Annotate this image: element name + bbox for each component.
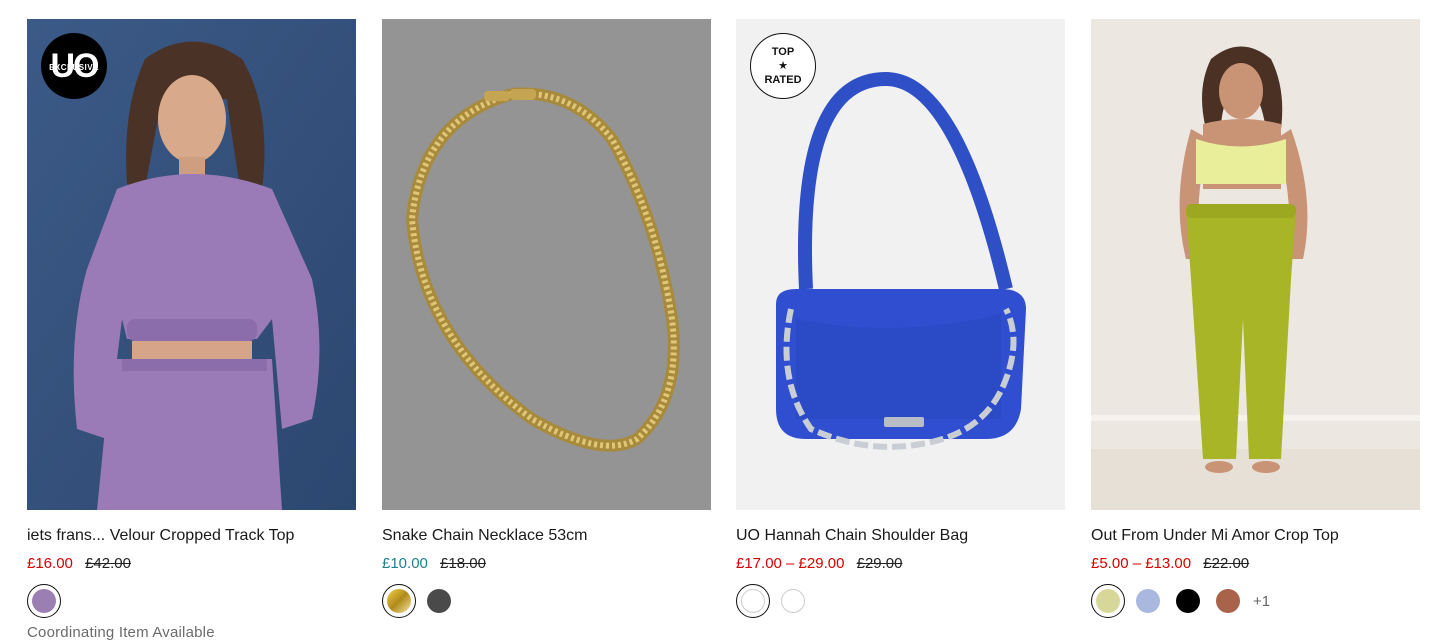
color-swatches [27,584,356,618]
color-swatch[interactable] [1131,584,1165,618]
star-icon: ★ [778,60,788,72]
product-card: UO EXCLUSIVE iets frans... Velour Croppe… [27,19,356,641]
sale-price: £5.00 – £13.00 [1091,555,1192,572]
sale-price: £16.00 [27,555,73,572]
color-swatch[interactable] [1171,584,1205,618]
product-price: £5.00 – £13.00 £22.00 [1091,554,1420,574]
product-name[interactable]: iets frans... Velour Cropped Track Top [27,526,356,546]
product-photo-crop-top [1091,19,1420,510]
coordinating-item-note: Coordinating Item Available [27,624,215,641]
color-swatch[interactable] [27,584,61,618]
color-swatch-silver[interactable] [422,584,456,618]
product-image[interactable] [382,19,711,510]
original-price: £22.00 [1203,555,1250,572]
product-name[interactable]: Out From Under Mi Amor Crop Top [1091,526,1420,546]
color-swatch[interactable] [776,584,810,618]
swatch-color [427,589,451,613]
product-grid: UO EXCLUSIVE iets frans... Velour Croppe… [27,19,1420,641]
swatch-color [1096,589,1120,613]
color-swatch[interactable] [1091,584,1125,618]
swatch-color [1136,589,1160,613]
more-colors-count[interactable]: +1 [1253,593,1270,610]
badge-line2: EXCLUSIVE [49,63,99,72]
color-swatches: +1 [1091,584,1420,618]
original-price: £42.00 [85,555,131,572]
swatch-color [387,589,411,613]
swatch-color [32,589,56,613]
swatch-color [741,589,765,613]
badge-line2: RATED [764,74,802,86]
top-rated-badge: TOP ★ RATED [750,33,816,99]
sale-price: £17.00 – £29.00 [736,555,845,572]
product-image[interactable] [1091,19,1420,510]
product-price: £10.00 £18.00 [382,554,711,574]
color-swatch[interactable] [1211,584,1245,618]
product-name[interactable]: Snake Chain Necklace 53cm [382,526,711,546]
swatch-color [1216,589,1240,613]
product-image[interactable]: TOP ★ RATED [736,19,1065,510]
swatch-color [781,589,805,613]
color-swatch-gold[interactable] [382,584,416,618]
original-price: £29.00 [856,555,903,572]
product-card: Out From Under Mi Amor Crop Top £5.00 – … [1091,19,1420,618]
color-swatches [736,584,1065,618]
swatch-color [1176,589,1200,613]
product-image[interactable]: UO EXCLUSIVE [27,19,356,510]
product-price: £17.00 – £29.00 £29.00 [736,554,1065,574]
original-price: £18.00 [440,555,486,572]
badge-line1: TOP [771,46,795,58]
color-swatches [382,584,711,618]
product-name[interactable]: UO Hannah Chain Shoulder Bag [736,526,1065,546]
color-swatch[interactable] [736,584,770,618]
product-price: £16.00 £42.00 [27,554,356,574]
uo-exclusive-badge: UO EXCLUSIVE [41,33,107,99]
sale-price: £10.00 [382,555,428,572]
product-photo-snake-chain [382,19,711,510]
product-card: TOP ★ RATED UO Hannah Chain Shoulder Bag… [736,19,1065,618]
product-card: Snake Chain Necklace 53cm £10.00 £18.00 [382,19,711,618]
